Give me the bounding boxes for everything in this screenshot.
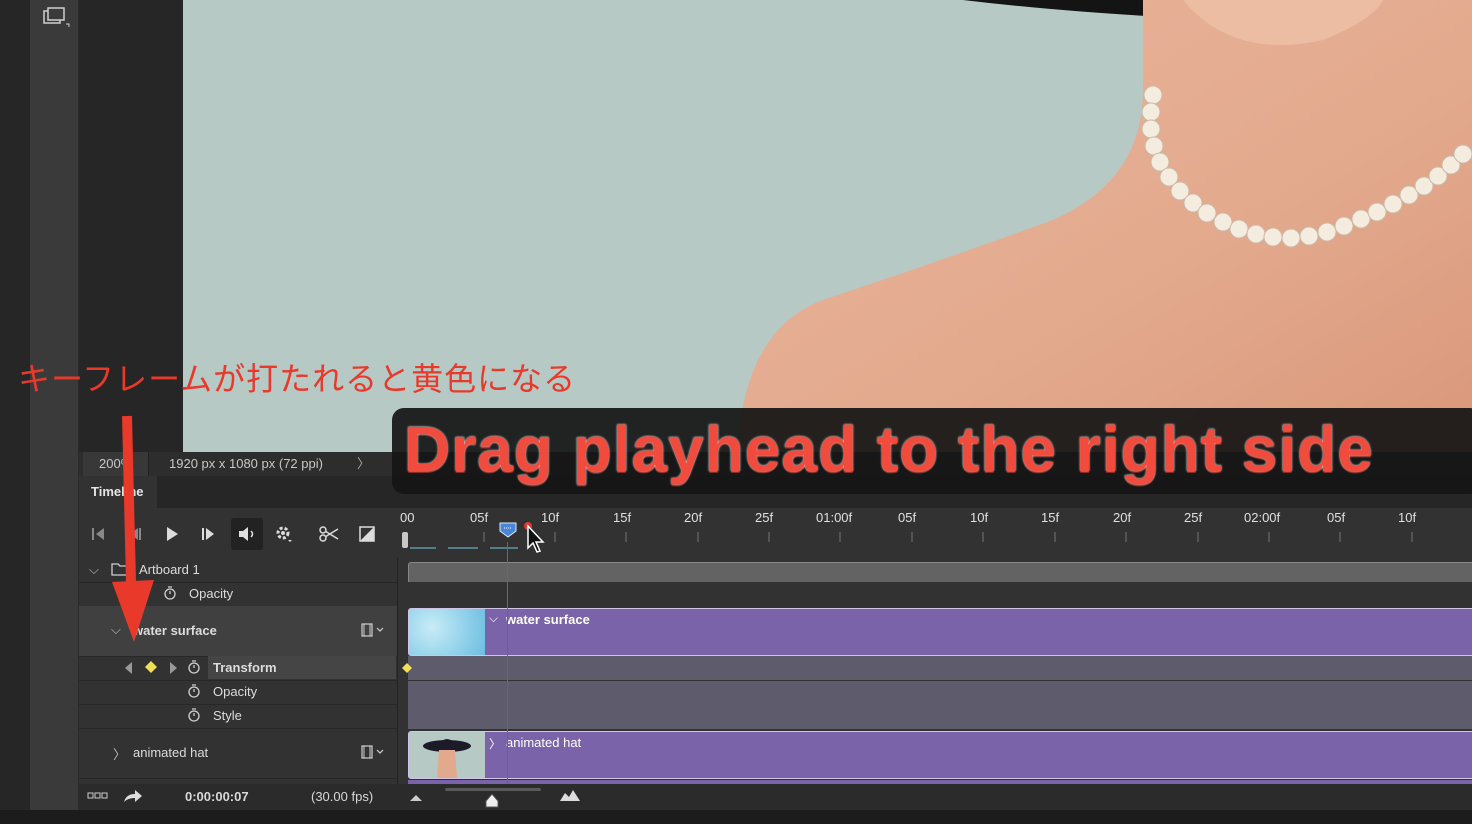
ruler-ticks	[402, 532, 1413, 549]
previous-keyframe-icon[interactable]	[125, 662, 133, 677]
ruler-label: 05f	[1327, 510, 1346, 525]
zoom-slider-track[interactable]	[445, 788, 541, 791]
annotation-note: キーフレームが打たれると黄色になる	[18, 361, 577, 397]
property-row-transform[interactable]: Transform	[79, 656, 397, 681]
layer-row-animated-hat[interactable]: 〉 animated hat	[79, 728, 397, 779]
tools-panel	[30, 0, 79, 810]
ruler-label: 15f	[613, 510, 632, 525]
collapse-arrow-icon[interactable]: ⌵	[89, 562, 99, 578]
speaker-icon[interactable]	[231, 518, 263, 550]
stopwatch-icon[interactable]	[187, 660, 201, 677]
timeline-panel: Timeline ⌵ Artboard 1 Opacity ⌵ water su…	[79, 476, 1472, 810]
property-name: Transform	[213, 660, 277, 675]
layer-name: animated hat	[133, 745, 209, 760]
mouse-cursor-icon	[524, 522, 545, 553]
frame-rate: (30.00 fps)	[311, 789, 374, 804]
transform-track[interactable]	[402, 656, 1472, 680]
animated-hat-thumbnail	[409, 732, 485, 778]
ruler-label: 20f	[684, 510, 703, 525]
ruler-label: 20f	[1113, 510, 1132, 525]
clip-menu-arrow-icon[interactable]: ⌵	[489, 611, 498, 626]
annotation-arrow-icon	[112, 415, 154, 642]
keyframe-diamond-icon[interactable]	[401, 662, 413, 674]
water-surface-thumbnail	[409, 609, 485, 655]
playhead-line	[507, 542, 508, 784]
status-menu-chevron[interactable]: 〉	[357, 452, 370, 476]
clip-expand-arrow-icon[interactable]: 〉	[489, 735, 501, 752]
ruler-label: 02:00f	[1244, 510, 1281, 525]
scissors-icon[interactable]	[317, 522, 341, 546]
style-track[interactable]	[408, 705, 1472, 729]
clip-label: water surface	[506, 612, 590, 627]
artboard-tool-icon[interactable]	[42, 6, 70, 28]
ruler-label: 00	[400, 510, 415, 525]
video-clip-icon[interactable]	[361, 745, 387, 762]
zoom-slider-thumb[interactable]	[485, 793, 499, 811]
app-edge-strip	[0, 0, 30, 824]
next-frame-icon[interactable]	[197, 522, 221, 546]
skip-to-first-frame-icon[interactable]	[87, 522, 111, 546]
property-row-opacity[interactable]: Opacity	[79, 680, 397, 705]
property-name: Opacity	[213, 684, 258, 699]
keyframe-diamond-icon[interactable]	[145, 661, 157, 676]
clip-label: animated hat	[506, 735, 582, 750]
window-bottom-edge	[0, 810, 1472, 824]
ruler-label: 25f	[755, 510, 774, 525]
ruler-label: 25f	[1184, 510, 1203, 525]
zoom-in-icon[interactable]	[559, 788, 581, 805]
stopwatch-icon[interactable]	[187, 684, 201, 701]
transition-icon[interactable]	[355, 522, 379, 546]
instruction-text: Drag playhead to the right side	[404, 413, 1374, 485]
animated-hat-clip[interactable]: 〉 animated hat	[408, 731, 1472, 779]
ruler-label: 10f	[1398, 510, 1417, 525]
document-size-info: 1920 px x 1080 px (72 ppi)	[169, 456, 323, 471]
next-keyframe-icon[interactable]	[169, 662, 177, 677]
current-timecode: 0:00:00:07	[185, 789, 249, 804]
ruler-label: 05f	[898, 510, 917, 525]
artboard-opacity-track[interactable]	[408, 582, 1472, 606]
expand-arrow-icon[interactable]: 〉	[113, 744, 126, 763]
time-ruler[interactable]: 00 05f 10f 15f 20f 25f 01:00f 05f 10f 15…	[398, 508, 1472, 549]
playhead-handle[interactable]	[499, 522, 517, 538]
artboard-track-bar[interactable]	[408, 562, 1472, 584]
gear-icon[interactable]	[272, 522, 296, 546]
property-name: Opacity	[189, 586, 234, 601]
property-name: Style	[213, 708, 242, 723]
render-video-icon[interactable]	[123, 788, 143, 807]
frame-animation-toggle-icon[interactable]	[87, 789, 109, 806]
ruler-label: 15f	[1041, 510, 1060, 525]
property-row-style[interactable]: Style	[79, 704, 397, 729]
stopwatch-icon[interactable]	[187, 708, 201, 725]
timeline-track-area[interactable]: 00 05f 10f 15f 20f 25f 01:00f 05f 10f 15…	[398, 508, 1472, 784]
video-clip-icon[interactable]	[361, 623, 387, 640]
timeline-bottom-bar: 0:00:00:07 (30.00 fps)	[79, 784, 1472, 810]
water-surface-clip[interactable]: ⌵ water surface	[408, 608, 1472, 656]
ruler-label: 05f	[470, 510, 489, 525]
ruler-label: 01:00f	[816, 510, 853, 525]
ruler-label: 10f	[970, 510, 989, 525]
zoom-out-icon[interactable]	[409, 790, 423, 805]
opacity-track[interactable]	[408, 681, 1472, 705]
